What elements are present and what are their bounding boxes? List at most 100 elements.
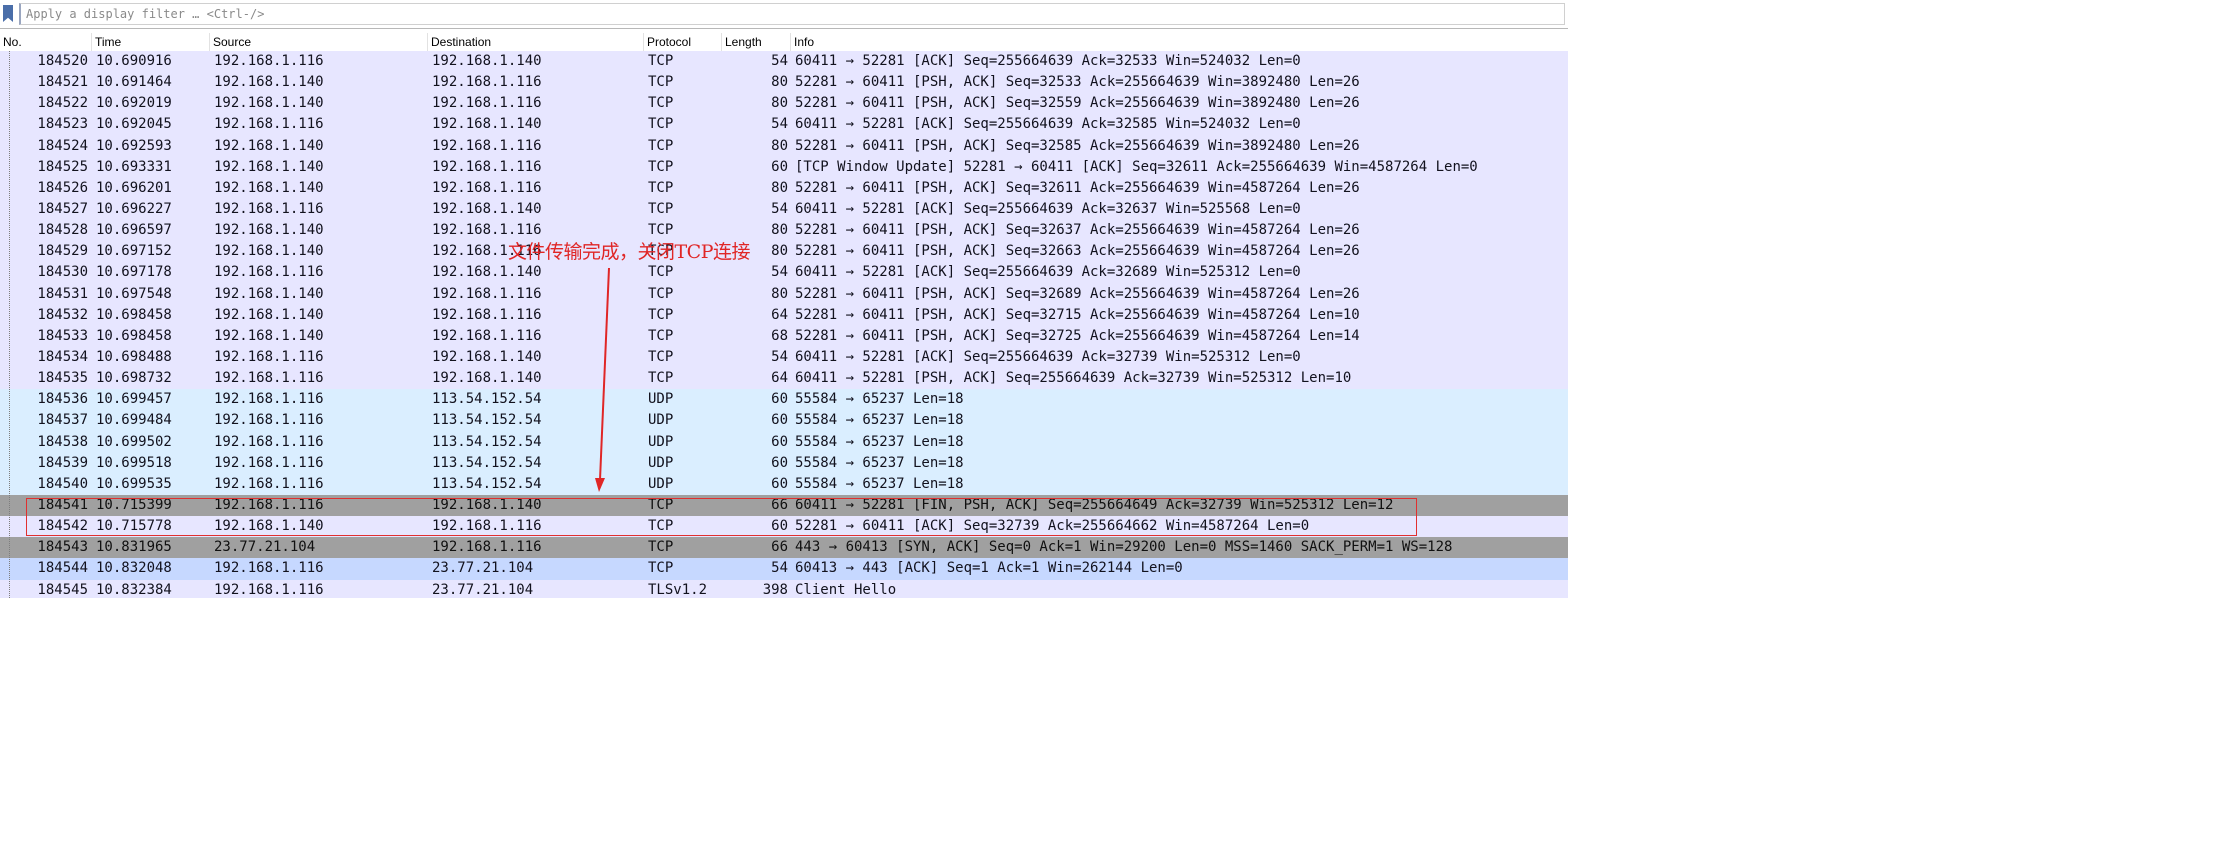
packet-time: 10.696597: [96, 222, 172, 239]
display-filter-input[interactable]: [19, 3, 1565, 25]
packet-row[interactable]: 184525 10.693331 192.168.1.140 192.168.1.11…: [0, 156, 1568, 178]
packet-destination: 192.168.1.116: [432, 179, 542, 196]
packet-info: 55584 → 65237 Len=18: [795, 433, 964, 450]
packet-number: 184521: [37, 74, 88, 91]
packet-source: 192.168.1.116: [214, 560, 324, 577]
packet-row[interactable]: 184538 10.699502 192.168.1.116 113.54.152.5…: [0, 431, 1568, 453]
packet-row[interactable]: 184534 10.698488 192.168.1.116 192.168.1.14…: [0, 346, 1568, 369]
packet-info: 60411 → 52281 [PSH, ACK] Seq=255664639 A…: [795, 370, 1352, 387]
packet-protocol: TCP: [648, 158, 674, 175]
packet-source: 192.168.1.116: [214, 53, 324, 69]
packet-number: 184522: [37, 95, 88, 112]
packet-time: 10.698732: [96, 370, 172, 387]
packet-length: 54: [771, 348, 788, 365]
packet-row[interactable]: 184529 10.697152 192.168.1.140 192.168.1.11…: [0, 241, 1568, 263]
packet-source: 192.168.1.116: [214, 581, 324, 598]
packet-length: 60: [771, 433, 788, 450]
packet-length: 66: [771, 539, 788, 556]
packet-info: 60413 → 443 [ACK] Seq=1 Ack=1 Win=262144…: [795, 560, 1183, 577]
packet-info: 52281 → 60411 [PSH, ACK] Seq=32559 Ack=2…: [795, 95, 1360, 112]
packet-row[interactable]: 184531 10.697548 192.168.1.140 192.168.1.11…: [0, 283, 1568, 305]
packet-destination: 23.77.21.104: [432, 581, 534, 598]
packet-length: 80: [771, 74, 788, 91]
packet-info: 55584 → 65237 Len=18: [795, 391, 964, 408]
column-header-source[interactable]: Source: [210, 33, 428, 52]
packet-number: 184532: [37, 306, 88, 323]
packet-row[interactable]: 184533 10.698458 192.168.1.140 192.168.1.11…: [0, 325, 1568, 347]
packet-info: 60411 → 52281 [ACK] Seq=255664639 Ack=32…: [795, 264, 1301, 281]
packet-number: 184544: [37, 560, 88, 577]
packet-row[interactable]: 184526 10.696201 192.168.1.140 192.168.1.11…: [0, 177, 1568, 199]
packet-protocol: TCP: [648, 137, 674, 154]
packet-source: 192.168.1.116: [214, 264, 324, 281]
packet-destination: 192.168.1.116: [432, 539, 542, 556]
packet-time: 10.699502: [96, 433, 172, 450]
packet-info: 60411 → 52281 [ACK] Seq=255664639 Ack=32…: [795, 200, 1301, 217]
packet-destination: 23.77.21.104: [432, 560, 534, 577]
column-header-protocol[interactable]: Protocol: [644, 33, 722, 52]
packet-destination: 192.168.1.116: [432, 137, 542, 154]
packet-time: 10.697178: [96, 264, 172, 281]
column-header-destination[interactable]: Destination: [428, 33, 644, 52]
packet-protocol: UDP: [648, 433, 674, 450]
packet-time: 10.697152: [96, 243, 172, 260]
packet-length: 60: [771, 158, 788, 175]
packet-source: 192.168.1.140: [214, 222, 324, 239]
packet-row[interactable]: 184543 10.831965 23.77.21.104 192.168.1.116…: [0, 537, 1568, 559]
packet-row[interactable]: 184536 10.699457 192.168.1.116 113.54.152.5…: [0, 389, 1568, 411]
packet-length: 80: [771, 179, 788, 196]
packet-row[interactable]: 184528 10.696597 192.168.1.140 192.168.1.11…: [0, 220, 1568, 242]
packet-length: 60: [771, 391, 788, 408]
packet-time: 10.692045: [96, 116, 172, 133]
packet-row[interactable]: 184532 10.698458 192.168.1.140 192.168.1.11…: [0, 304, 1568, 326]
packet-row[interactable]: 184537 10.699484 192.168.1.116 113.54.152.5…: [0, 410, 1568, 432]
packet-number: 184530: [37, 264, 88, 281]
packet-row[interactable]: 184545 10.832384 192.168.1.116 23.77.21.104…: [0, 579, 1568, 598]
packet-info: Client Hello: [795, 581, 897, 598]
packet-number: 184534: [37, 348, 88, 365]
packet-number: 184539: [37, 454, 88, 471]
packet-row[interactable]: 184539 10.699518 192.168.1.116 113.54.152.5…: [0, 452, 1568, 474]
packet-time: 10.693331: [96, 158, 172, 175]
packet-protocol: TCP: [648, 327, 674, 344]
packet-number: 184540: [37, 475, 88, 492]
packet-length: 68: [771, 327, 788, 344]
packet-number: 184536: [37, 391, 88, 408]
packet-number: 184524: [37, 137, 88, 154]
packet-time: 10.691464: [96, 74, 172, 91]
packet-row[interactable]: 184520 10.690916 192.168.1.116 192.168.1.14…: [0, 51, 1568, 73]
packet-protocol: TCP: [648, 285, 674, 302]
packet-destination: 192.168.1.116: [432, 95, 542, 112]
packet-row[interactable]: 184522 10.692019 192.168.1.140 192.168.1.11…: [0, 93, 1568, 115]
packet-row[interactable]: 184540 10.699535 192.168.1.116 113.54.152.5…: [0, 473, 1568, 495]
packet-number: 184537: [37, 412, 88, 429]
packet-protocol: UDP: [648, 412, 674, 429]
packet-info: 55584 → 65237 Len=18: [795, 475, 964, 492]
column-header-info[interactable]: Info: [791, 33, 1568, 52]
packet-row[interactable]: 184544 10.832048 192.168.1.116 23.77.21.104…: [0, 558, 1568, 580]
packet-row[interactable]: 184530 10.697178 192.168.1.116 192.168.1.14…: [0, 262, 1568, 284]
conversation-tree-line: [9, 51, 10, 598]
annotation-arrow-icon: [595, 267, 610, 492]
packet-info: 60411 → 52281 [ACK] Seq=255664639 Ack=32…: [795, 116, 1301, 133]
packet-protocol: TCP: [648, 264, 674, 281]
bookmark-icon[interactable]: [3, 5, 13, 22]
packet-protocol: TCP: [648, 95, 674, 112]
packet-source: 192.168.1.140: [214, 95, 324, 112]
column-header-no[interactable]: No.: [0, 33, 92, 52]
packet-row[interactable]: 184527 10.696227 192.168.1.116 192.168.1.14…: [0, 198, 1568, 221]
packet-row[interactable]: 184523 10.692045 192.168.1.116 192.168.1.14…: [0, 114, 1568, 136]
packet-row[interactable]: 184535 10.698732 192.168.1.116 192.168.1.14…: [0, 368, 1568, 390]
packet-info: 52281 → 60411 [PSH, ACK] Seq=32725 Ack=2…: [795, 327, 1360, 344]
packet-row[interactable]: 184524 10.692593 192.168.1.140 192.168.1.11…: [0, 135, 1568, 157]
packet-row[interactable]: 184521 10.691464 192.168.1.140 192.168.1.11…: [0, 72, 1568, 94]
packet-protocol: TCP: [648, 539, 674, 556]
packet-length: 60: [771, 475, 788, 492]
column-header-length[interactable]: Length: [722, 33, 791, 52]
packet-number: 184538: [37, 433, 88, 450]
packet-info: 443 → 60413 [SYN, ACK] Seq=0 Ack=1 Win=2…: [795, 539, 1453, 556]
packet-info: 52281 → 60411 [PSH, ACK] Seq=32689 Ack=2…: [795, 285, 1360, 302]
packet-source: 192.168.1.140: [214, 243, 324, 260]
column-header-time[interactable]: Time: [92, 33, 210, 52]
packet-length: 54: [771, 116, 788, 133]
